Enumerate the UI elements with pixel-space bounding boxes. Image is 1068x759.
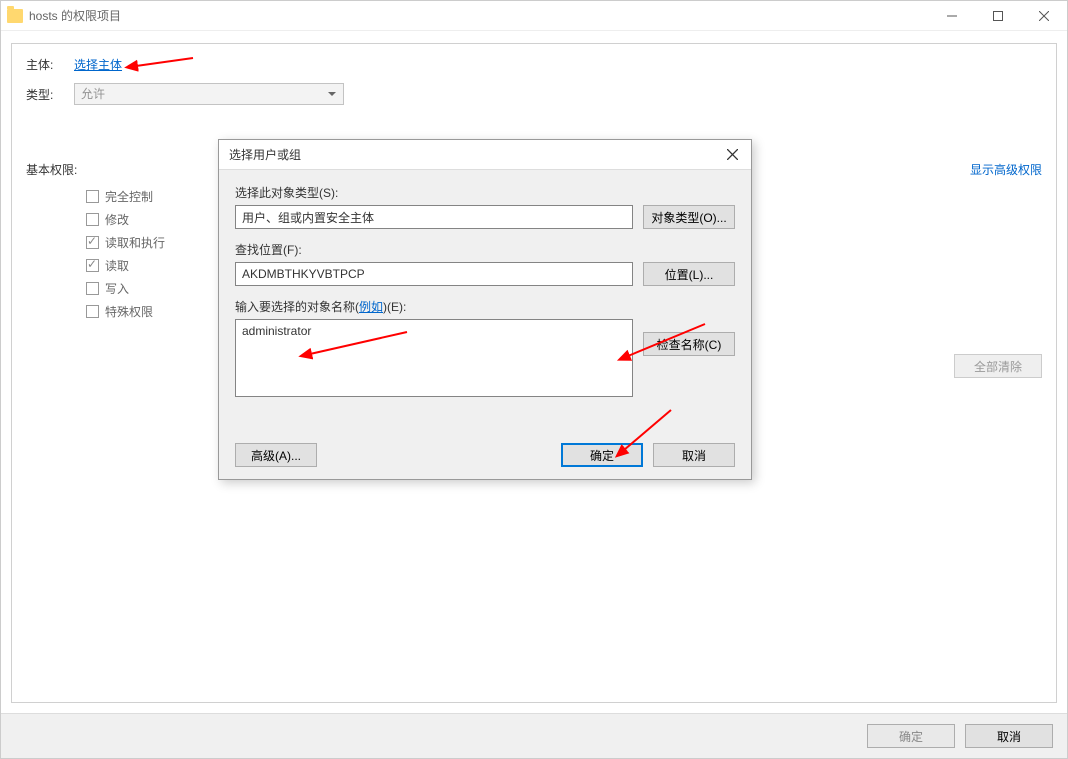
main-footer: 确定 取消 — [1, 713, 1067, 758]
checkbox-icon[interactable] — [86, 282, 99, 295]
locations-button[interactable]: 位置(L)... — [643, 262, 735, 286]
maximize-button[interactable] — [975, 1, 1021, 31]
object-name-row: administrator 检查名称(C) — [235, 319, 735, 397]
object-name-label: 输入要选择的对象名称(例如)(E): — [235, 298, 735, 315]
dialog-cancel-button[interactable]: 取消 — [653, 443, 735, 467]
folder-icon — [7, 9, 23, 23]
dialog-footer: 高级(A)... 确定 取消 — [235, 443, 735, 467]
window-title: hosts 的权限项目 — [29, 7, 121, 24]
principal-row: 主体: 选择主体 — [26, 56, 1042, 73]
checkbox-icon[interactable] — [86, 190, 99, 203]
perm-label: 写入 — [105, 280, 129, 297]
main-cancel-button[interactable]: 取消 — [965, 724, 1053, 748]
checkbox-icon[interactable] — [86, 259, 99, 272]
check-names-button[interactable]: 检查名称(C) — [643, 332, 735, 356]
select-user-dialog: 选择用户或组 选择此对象类型(S): 对象类型(O)... 查找位置(F): 位… — [218, 139, 752, 480]
clear-all-button[interactable]: 全部清除 — [954, 354, 1042, 378]
permissions-title: 基本权限: — [26, 161, 77, 178]
perm-label: 读取和执行 — [105, 234, 165, 251]
dialog-title: 选择用户或组 — [229, 146, 301, 163]
select-principal-link[interactable]: 选择主体 — [74, 56, 122, 73]
checkbox-icon[interactable] — [86, 305, 99, 318]
show-advanced-link[interactable]: 显示高级权限 — [970, 161, 1042, 178]
type-select[interactable]: 允许 — [74, 83, 344, 105]
object-name-input[interactable]: administrator — [235, 319, 633, 397]
window-titlebar: hosts 的权限项目 — [1, 1, 1067, 31]
dialog-titlebar: 选择用户或组 — [219, 140, 751, 170]
location-row: 位置(L)... — [235, 262, 735, 286]
object-type-label: 选择此对象类型(S): — [235, 184, 735, 201]
location-field[interactable] — [235, 262, 633, 286]
minimize-button[interactable] — [929, 1, 975, 31]
type-select-wrap: 允许 — [74, 83, 344, 105]
example-link[interactable]: 例如 — [359, 300, 383, 314]
type-label: 类型: — [26, 86, 74, 103]
main-ok-button[interactable]: 确定 — [867, 724, 955, 748]
perm-label: 完全控制 — [105, 188, 153, 205]
dialog-close-button[interactable] — [719, 145, 745, 165]
dialog-ok-button[interactable]: 确定 — [561, 443, 643, 467]
object-type-row: 对象类型(O)... — [235, 205, 735, 229]
advanced-button[interactable]: 高级(A)... — [235, 443, 317, 467]
object-type-field[interactable] — [235, 205, 633, 229]
perm-label: 特殊权限 — [105, 303, 153, 320]
perm-label: 读取 — [105, 257, 129, 274]
location-label: 查找位置(F): — [235, 241, 735, 258]
object-types-button[interactable]: 对象类型(O)... — [643, 205, 735, 229]
dialog-body: 选择此对象类型(S): 对象类型(O)... 查找位置(F): 位置(L)...… — [219, 170, 751, 423]
close-button[interactable] — [1021, 1, 1067, 31]
window-controls — [929, 1, 1067, 31]
checkbox-icon[interactable] — [86, 213, 99, 226]
checkbox-icon[interactable] — [86, 236, 99, 249]
principal-label: 主体: — [26, 56, 74, 73]
type-row: 类型: 允许 — [26, 83, 1042, 105]
perm-label: 修改 — [105, 211, 129, 228]
